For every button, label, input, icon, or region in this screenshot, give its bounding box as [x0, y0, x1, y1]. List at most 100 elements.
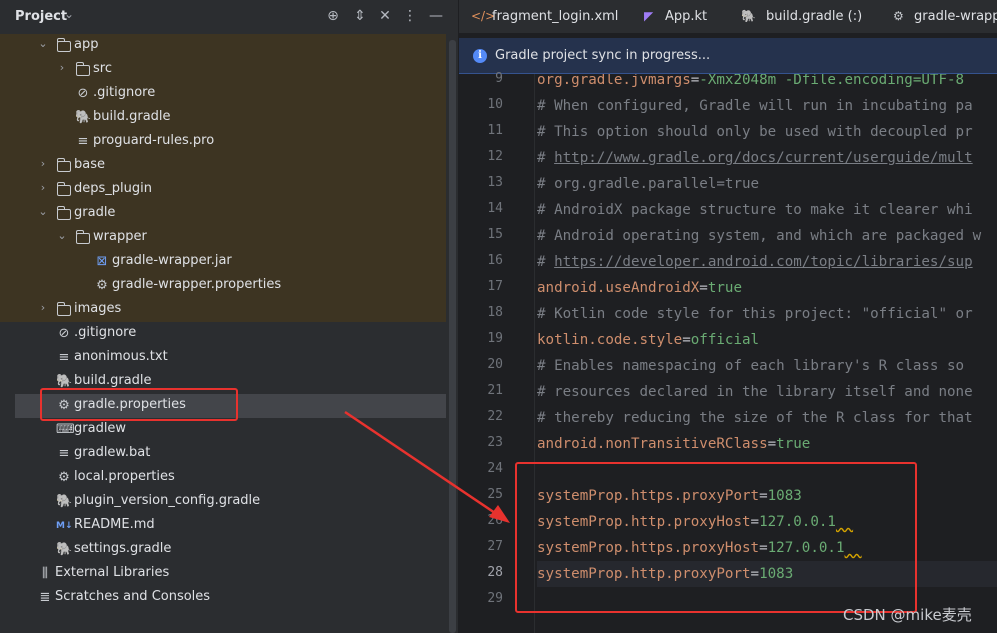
settings-icon: ⚙	[96, 278, 108, 293]
tab-build-gradle[interactable]: 🐘 build.gradle (:)	[731, 0, 879, 34]
tree-item[interactable]: › deps_plugin	[0, 178, 446, 202]
tree-item[interactable]: ⫼ External Libraries	[0, 562, 458, 586]
line-number: 12	[487, 149, 503, 164]
project-header: Project ⌄ ⊕ ⇕ ✕ ⋮ —	[0, 0, 458, 34]
tree-item[interactable]: › src	[0, 58, 446, 82]
tree-item[interactable]: ⊘ .gitignore	[0, 322, 458, 346]
folder-icon	[57, 38, 71, 52]
code-token: # When configured, Gradle will run in in…	[537, 98, 973, 114]
locate-icon[interactable]: ⊕	[323, 6, 343, 26]
ignore-icon: ⊘	[77, 86, 89, 101]
line-number: 13	[487, 175, 503, 190]
chevron-right-icon[interactable]: ›	[37, 301, 49, 314]
code-line[interactable]: # resources declared in the library itse…	[537, 379, 997, 405]
code-line[interactable]: org.gradle.jvmargs=-Xmx2048m -Dfile.enco…	[537, 74, 997, 93]
tree-item-label: local.properties	[74, 469, 175, 484]
tab-label: App.kt	[665, 9, 708, 24]
code-token: #	[537, 254, 555, 270]
code-line[interactable]: # This option should only be used with d…	[537, 119, 997, 145]
code-line[interactable]: kotlin.code.style=official	[537, 327, 997, 353]
code-line[interactable]: android.useAndroidX=true	[537, 275, 997, 301]
tree-item[interactable]: ≡ anonimous.txt	[0, 346, 458, 370]
code-token: =	[699, 280, 708, 296]
gradle-icon: 🐘	[741, 9, 756, 23]
line-number: 28	[487, 565, 503, 580]
folder-icon	[57, 302, 71, 316]
chevron-down-icon[interactable]: ⌄	[37, 37, 49, 50]
tree-item[interactable]: ⊠ gradle-wrapper.jar	[0, 250, 446, 274]
text-icon: ≡	[58, 446, 70, 461]
tree-item[interactable]: › images	[0, 298, 446, 322]
code-line[interactable]: # thereby reducing the size of the R cla…	[537, 405, 997, 431]
line-number: 22	[487, 409, 503, 424]
chevron-right-icon[interactable]: ›	[56, 61, 68, 74]
chevron-right-icon[interactable]: ›	[37, 157, 49, 170]
line-number: 25	[487, 487, 503, 502]
tree-item[interactable]: 🐘 build.gradle	[0, 106, 446, 130]
hide-panel-icon[interactable]: —	[426, 6, 446, 26]
tree-scrollbar[interactable]	[449, 40, 456, 633]
code-token: =	[690, 74, 700, 88]
tree-item[interactable]: › base	[0, 154, 446, 178]
editor-tabs: </> fragment_login.xml ◤ App.kt 🐘 build.…	[459, 0, 997, 34]
tab-gradle-wrapper[interactable]: ⚙ gradle-wrappe	[883, 0, 997, 34]
settings-icon: ⚙	[58, 470, 70, 485]
collapse-all-icon[interactable]: ✕	[375, 6, 395, 26]
tree-item-label: README.md	[74, 517, 155, 532]
code-token: # org.gradle.parallel=true	[537, 176, 760, 192]
code-token: # thereby reducing the size of the R cla…	[537, 410, 973, 426]
tree-item[interactable]: ⌨ gradlew	[0, 418, 458, 442]
code-token: true	[776, 436, 811, 452]
code-token: # resources declared in the library itse…	[537, 384, 973, 400]
tree-item[interactable]: ⌄ gradle	[0, 202, 446, 226]
folder-icon	[76, 62, 90, 76]
tree-item-label: src	[93, 61, 112, 76]
expand-all-icon[interactable]: ⇕	[350, 6, 370, 26]
tree-item-label: base	[74, 157, 105, 172]
kotlin-icon: ◤	[644, 9, 654, 23]
code-line[interactable]: # When configured, Gradle will run in in…	[537, 93, 997, 119]
more-options-icon[interactable]: ⋮	[400, 6, 420, 26]
sync-notification-banner: i Gradle project sync in progress...	[459, 38, 997, 74]
code-line[interactable]: # https://developer.android.com/topic/li…	[537, 249, 997, 275]
line-number: 21	[487, 383, 503, 398]
tree-item[interactable]: ⌄ app	[0, 34, 446, 58]
tree-item[interactable]: M↓ README.md	[0, 514, 458, 538]
tree-item[interactable]: ≡ proguard-rules.pro	[0, 130, 446, 154]
project-title[interactable]: Project	[15, 9, 67, 24]
tree-item[interactable]: 🐘 settings.gradle	[0, 538, 458, 562]
chevron-down-icon[interactable]: ⌄	[37, 205, 49, 218]
code-token: # Kotlin code style for this project: "o…	[537, 306, 973, 322]
code-line[interactable]: # Android operating system, and which ar…	[537, 223, 997, 249]
line-number: 14	[487, 201, 503, 216]
tree-item[interactable]: ≡ gradlew.bat	[0, 442, 458, 466]
code-line[interactable]: # org.gradle.parallel=true	[537, 171, 997, 197]
code-line[interactable]: # AndroidX package structure to make it …	[537, 197, 997, 223]
tree-item[interactable]: 🐘 plugin_version_config.gradle	[0, 490, 458, 514]
tree-item-label: gradle	[74, 205, 116, 220]
tree-item[interactable]: ⚙ local.properties	[0, 466, 458, 490]
code-line[interactable]: # Kotlin code style for this project: "o…	[537, 301, 997, 327]
code-line[interactable]: # http://www.gradle.org/docs/current/use…	[537, 145, 997, 171]
tree-item[interactable]: ⌄ wrapper	[0, 226, 446, 250]
chevron-down-icon[interactable]: ⌄	[64, 7, 74, 21]
tree-item-label: .gitignore	[93, 85, 156, 100]
chevron-down-icon[interactable]: ⌄	[56, 229, 68, 242]
line-number: 29	[487, 591, 503, 606]
code-line[interactable]: # Enables namespacing of each library's …	[537, 353, 997, 379]
tab-fragment-login[interactable]: </> fragment_login.xml	[459, 0, 623, 34]
line-number: 9	[495, 71, 503, 86]
chevron-right-icon[interactable]: ›	[37, 181, 49, 194]
line-number: 26	[487, 513, 503, 528]
settings-icon: ⚙	[893, 9, 904, 23]
folder-icon	[57, 206, 71, 220]
tree-item-label: gradle-wrapper.properties	[112, 277, 282, 292]
tree-item[interactable]: ≣ Scratches and Consoles	[0, 586, 458, 610]
scratches-icon: ≣	[39, 590, 51, 605]
tab-app-kt[interactable]: ◤ App.kt	[629, 0, 729, 34]
tree-item-label: anonimous.txt	[74, 349, 168, 364]
tree-item[interactable]: ⚙ gradle-wrapper.properties	[0, 274, 446, 298]
tree-item[interactable]: ⊘ .gitignore	[0, 82, 446, 106]
code-line[interactable]: android.nonTransitiveRClass=true	[537, 431, 997, 457]
tree-item-label: images	[74, 301, 122, 316]
